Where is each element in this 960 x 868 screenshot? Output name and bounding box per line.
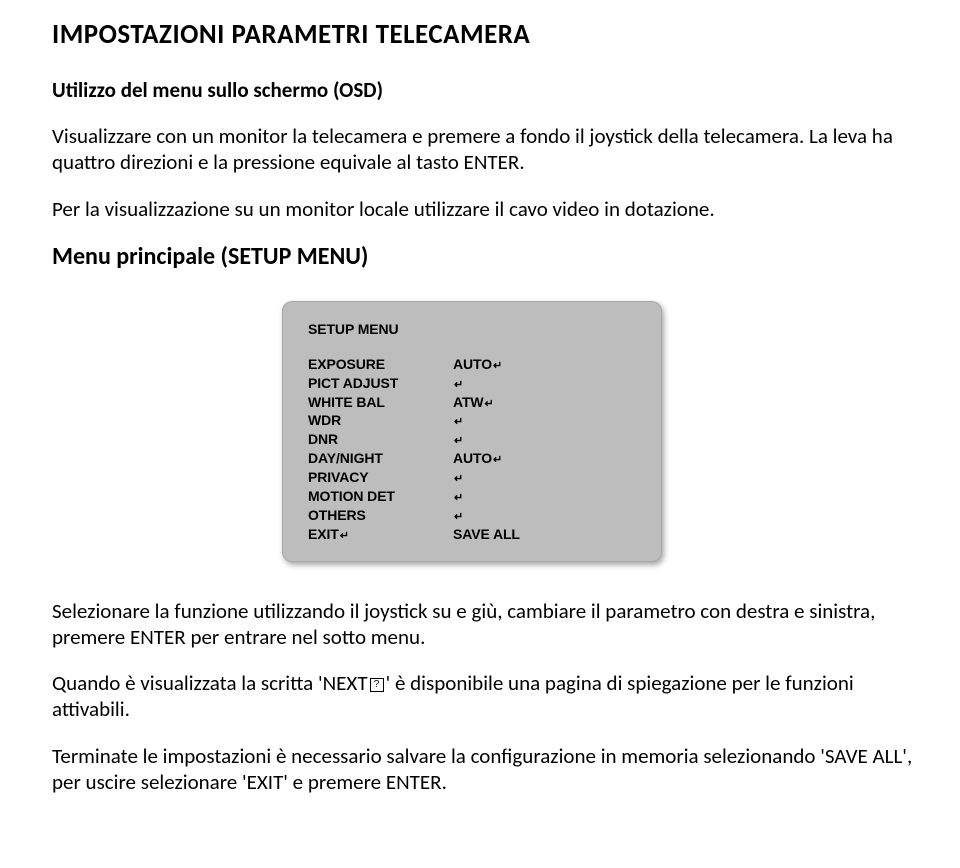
osd-row-label: DAY/NIGHT (308, 449, 453, 468)
osd-row-value: ↵ (453, 506, 640, 525)
osd-row-value: ↵ (453, 374, 640, 393)
osd-screenshot: SETUP MENU EXPOSUREAUTO↵PICT ADJUST↵WHIT… (282, 301, 662, 562)
enter-icon: ↵ (340, 529, 349, 544)
enter-icon: ↵ (454, 415, 463, 430)
enter-icon: ↵ (493, 453, 502, 468)
paragraph-1: Visualizzare con un monitor la telecamer… (52, 123, 920, 176)
enter-icon: ↵ (454, 378, 463, 393)
section-heading: Menu principale (SETUP MENU) (52, 242, 920, 271)
osd-row-label: MOTION DET (308, 487, 453, 506)
section-subtitle: Utilizzo del menu sullo schermo (OSD) (52, 77, 920, 103)
osd-row: WDR↵ (308, 411, 640, 430)
next-glyph-icon: ? (370, 678, 384, 692)
enter-icon: ↵ (454, 491, 463, 506)
osd-row: MOTION DET↵ (308, 487, 640, 506)
osd-row-label: EXPOSURE (308, 355, 453, 374)
osd-row-value: AUTO↵ (453, 355, 640, 374)
osd-row: OTHERS↵ (308, 506, 640, 525)
osd-menu-title: SETUP MENU (308, 321, 640, 337)
osd-row: DAY/NIGHTAUTO↵ (308, 449, 640, 468)
enter-icon: ↵ (454, 510, 463, 525)
osd-row-label: EXIT↵ (308, 525, 453, 544)
osd-row: PRIVACY↵ (308, 468, 640, 487)
osd-row-value: ↵ (453, 487, 640, 506)
osd-row: EXPOSUREAUTO↵ (308, 355, 640, 374)
osd-panel: SETUP MENU EXPOSUREAUTO↵PICT ADJUST↵WHIT… (282, 301, 662, 562)
osd-row-value: ↵ (453, 411, 640, 430)
enter-icon: ↵ (454, 472, 463, 487)
osd-row: WHITE BALATW↵ (308, 393, 640, 412)
paragraph-4: Quando è visualizzata la scritta 'NEXT?'… (52, 670, 920, 723)
osd-row: EXIT↵SAVE ALL (308, 525, 640, 544)
osd-row-label: PICT ADJUST (308, 374, 453, 393)
osd-row-value: ATW↵ (453, 393, 640, 412)
osd-row-value: ↵ (453, 430, 640, 449)
page-title: IMPOSTAZIONI PARAMETRI TELECAMERA (52, 18, 920, 51)
osd-row-label: WDR (308, 411, 453, 430)
paragraph-3: Selezionare la funzione utilizzando il j… (52, 598, 920, 651)
osd-row: DNR↵ (308, 430, 640, 449)
osd-row-label: DNR (308, 430, 453, 449)
osd-row-label: OTHERS (308, 506, 453, 525)
enter-icon: ↵ (485, 397, 494, 412)
osd-row: PICT ADJUST↵ (308, 374, 640, 393)
paragraph-4-pre: Quando è visualizzata la scritta 'NEXT (52, 670, 368, 696)
osd-row-value: ↵ (453, 468, 640, 487)
enter-icon: ↵ (454, 434, 463, 449)
osd-row-label: PRIVACY (308, 468, 453, 487)
paragraph-5: Terminate le impostazioni è necessario s… (52, 743, 920, 796)
paragraph-2: Per la visualizzazione su un monitor loc… (52, 196, 920, 222)
osd-row-value: AUTO↵ (453, 449, 640, 468)
osd-row-label: WHITE BAL (308, 393, 453, 412)
enter-icon: ↵ (493, 359, 502, 374)
osd-row-value: SAVE ALL (453, 525, 640, 544)
